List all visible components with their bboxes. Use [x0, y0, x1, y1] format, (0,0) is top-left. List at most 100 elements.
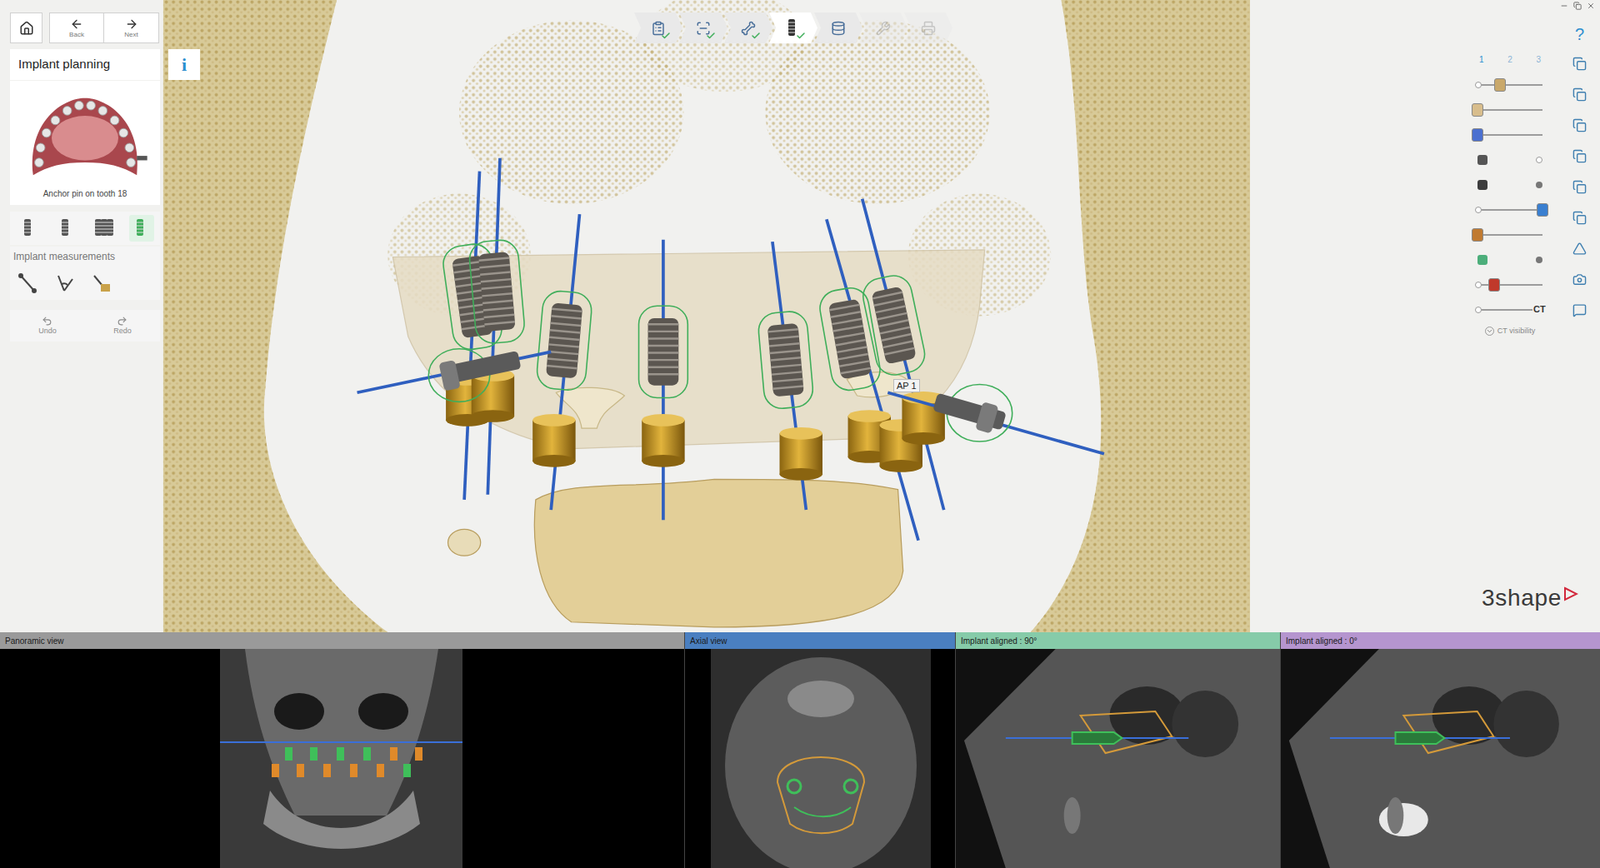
panoramic-view: Panoramic view	[0, 632, 685, 868]
window-controls	[1560, 1, 1595, 10]
visibility-tab[interactable]: 2	[1505, 53, 1515, 66]
visibility-slider[interactable]	[1477, 122, 1543, 148]
axial-view: Axial view	[685, 632, 956, 868]
redo-button[interactable]: Redo	[113, 315, 132, 336]
slider-knob[interactable]	[1494, 78, 1506, 92]
workflow-step[interactable]	[769, 12, 818, 44]
workflow-step[interactable]	[724, 12, 773, 44]
slider-knob[interactable]	[1471, 103, 1484, 117]
mandible	[534, 479, 903, 628]
slider-knob[interactable]	[1488, 278, 1500, 292]
done-check-icon	[750, 30, 761, 41]
visibility-slider[interactable]	[1477, 97, 1543, 123]
view-tool[interactable]	[1572, 295, 1587, 326]
implant[interactable]	[817, 285, 884, 394]
view-tool[interactable]	[1572, 233, 1587, 265]
cross-section-image[interactable]	[955, 649, 1280, 868]
measurement-tool[interactable]	[16, 270, 40, 296]
undo-button[interactable]: Undo	[38, 315, 57, 336]
view-tool-icon	[1572, 272, 1587, 287]
layer-icon	[1477, 255, 1488, 265]
toggle-dot	[1535, 256, 1543, 264]
implant-icon	[131, 217, 152, 240]
workflow-step[interactable]	[904, 12, 953, 44]
3d-viewport[interactable]: AP 1BackNextImplant planningiAnchor pin …	[0, 0, 1600, 633]
arrow-left-icon	[70, 17, 84, 31]
visibility-tabs: 1 2 3	[1477, 53, 1543, 66]
cross-section-image[interactable]	[1280, 649, 1600, 868]
close-icon[interactable]	[1586, 1, 1595, 10]
implant[interactable]	[468, 239, 526, 345]
visibility-slider[interactable]	[1477, 72, 1543, 98]
implant-tool[interactable]	[54, 215, 80, 242]
layer-icon	[1477, 180, 1488, 190]
next-button[interactable]: Next	[104, 12, 160, 44]
anchor-pin[interactable]	[887, 385, 1105, 455]
visibility-tab[interactable]: 3	[1534, 53, 1543, 66]
ct-3d-scene[interactable]	[0, 0, 1600, 633]
maxilla-preview	[18, 87, 152, 186]
visibility-toggle[interactable]	[1477, 172, 1543, 198]
minimize-icon[interactable]	[1560, 1, 1569, 10]
preview-card: Anchor pin on tooth 18	[10, 80, 160, 205]
ct-visibility[interactable]: CT visibility	[1485, 325, 1535, 338]
implant[interactable]	[535, 290, 594, 392]
slider-knob[interactable]	[1471, 128, 1484, 142]
visibility-toggle[interactable]	[1477, 147, 1543, 173]
implant-icon	[783, 17, 804, 40]
axial-image[interactable]	[710, 649, 931, 868]
view-tool[interactable]	[1572, 79, 1587, 110]
measurement-tool[interactable]	[53, 270, 77, 296]
implant-icon	[19, 217, 40, 240]
view-header: Panoramic view	[0, 632, 685, 650]
visibility-panel: 1 2 3 CT CT visibility	[1477, 20, 1543, 338]
slice-views: Panoramic viewAxial viewImplant aligned …	[0, 632, 1600, 868]
info-button[interactable]: i	[168, 49, 200, 80]
implant-tool[interactable]	[91, 215, 117, 242]
visibility-toggle[interactable]	[1477, 247, 1543, 273]
help-button[interactable]: ?	[1575, 20, 1585, 49]
slider-knob[interactable]	[1471, 228, 1484, 242]
ct-label: CT	[1532, 302, 1547, 316]
view-tool[interactable]	[1572, 202, 1587, 234]
workflow-step[interactable]	[814, 12, 863, 44]
view-tool[interactable]	[1572, 48, 1587, 80]
view-tool[interactable]	[1572, 264, 1587, 295]
view-tool-icon	[1572, 210, 1587, 225]
visibility-slider[interactable]	[1477, 272, 1543, 298]
implant-tool[interactable]	[129, 215, 155, 242]
view-tool[interactable]	[1572, 110, 1587, 141]
visibility-slider[interactable]	[1477, 197, 1543, 223]
view-toolbar: ?	[1572, 20, 1587, 326]
visibility-tab[interactable]: 1	[1477, 53, 1486, 66]
view-tool-icon	[1572, 87, 1587, 102]
visibility-slider[interactable]: CT	[1477, 297, 1543, 323]
implant[interactable]	[639, 305, 689, 398]
panoramic-image[interactable]	[220, 649, 463, 868]
view-tool-icon	[1572, 118, 1587, 133]
view-tool[interactable]	[1572, 171, 1587, 203]
guide-sleeve	[641, 414, 685, 468]
distance-measure-icon	[17, 272, 40, 295]
view-header: Implant aligned : 90°	[955, 632, 1280, 650]
implant[interactable]	[860, 272, 929, 379]
workflow-step[interactable]	[679, 12, 728, 44]
restore-icon[interactable]	[1573, 1, 1582, 10]
anchor-pin[interactable]	[357, 346, 552, 402]
view-header: Implant aligned : 0°	[1280, 632, 1600, 650]
visibility-slider[interactable]	[1477, 222, 1543, 248]
logo-triangle-icon	[1563, 586, 1579, 602]
app-window: AP 1BackNextImplant planningiAnchor pin …	[0, 0, 1600, 868]
implant[interactable]	[757, 310, 815, 410]
measurement-tool[interactable]	[90, 270, 114, 296]
implant-tool[interactable]	[16, 215, 42, 242]
slider-knob[interactable]	[1536, 203, 1549, 217]
back-button[interactable]: Back	[49, 12, 105, 44]
workflow-step[interactable]	[859, 12, 908, 44]
view-tool[interactable]	[1572, 140, 1587, 172]
workflow-step[interactable]	[634, 12, 683, 44]
view-tool-icon	[1572, 180, 1587, 195]
implant-aligned-0-view: Implant aligned : 0°	[1280, 632, 1600, 868]
view-tool-icon	[1572, 241, 1587, 256]
home-button[interactable]	[10, 12, 43, 44]
